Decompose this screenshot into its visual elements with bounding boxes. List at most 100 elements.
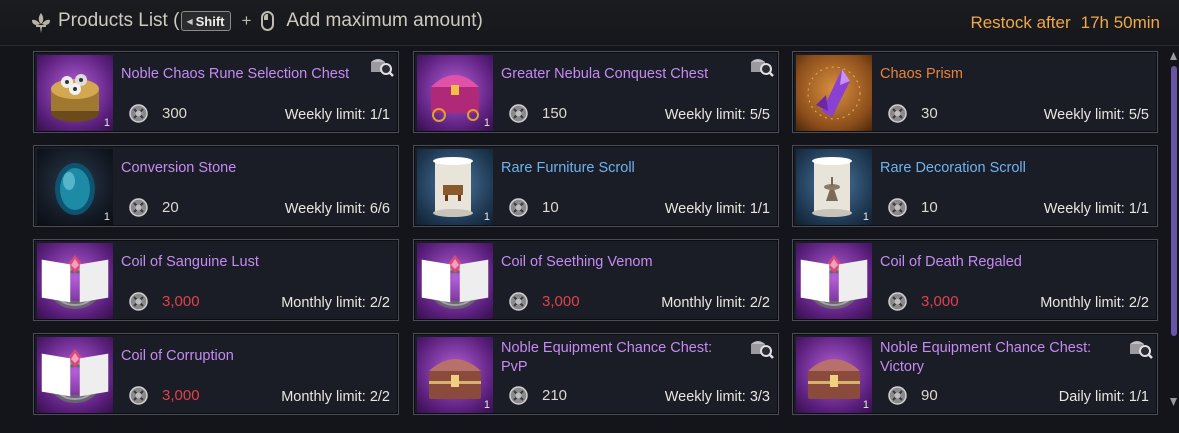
inspect-chest-icon[interactable] xyxy=(750,56,774,78)
stack-quantity: 1 xyxy=(862,211,869,223)
currency-coin-icon xyxy=(888,386,907,405)
product-thumbnail[interactable] xyxy=(796,243,872,319)
product-card[interactable]: 1 Conversion Stone 20 Weekly limit: 6/6 xyxy=(33,145,399,227)
product-name: Coil of Sanguine Lust xyxy=(121,254,259,270)
product-name: Conversion Stone xyxy=(121,160,237,176)
nebula-chest-icon xyxy=(431,75,479,122)
restock-label: Restock after xyxy=(970,13,1071,32)
product-price: 150 xyxy=(509,104,567,123)
product-thumbnail[interactable]: 1 xyxy=(37,55,113,131)
product-card[interactable]: Coil of Seething Venom 3,000 Monthly limit… xyxy=(413,239,779,321)
restock-time: 17h 50min xyxy=(1080,13,1160,32)
product-price: 210 xyxy=(509,386,567,405)
max-amount-hint: Add maximum amount) xyxy=(286,10,483,31)
currency-coin-icon xyxy=(129,198,148,217)
inspect-chest-icon[interactable] xyxy=(370,56,394,78)
price-value: 3,000 xyxy=(162,293,200,310)
price-value: 90 xyxy=(921,387,938,404)
product-thumbnail[interactable]: 1 xyxy=(417,149,493,225)
purchase-limit: Weekly limit: 1/1 xyxy=(1043,201,1149,217)
stack-quantity: 1 xyxy=(862,399,869,411)
furniture-scroll-icon xyxy=(433,157,473,217)
stack-quantity: 1 xyxy=(483,399,490,411)
book-icon xyxy=(800,259,868,303)
price-value: 3,000 xyxy=(162,387,200,404)
product-thumbnail[interactable] xyxy=(796,55,872,131)
stack-quantity: 1 xyxy=(483,211,490,223)
purchase-limit: Weekly limit: 1/1 xyxy=(664,201,770,217)
product-name: Chaos Prism xyxy=(880,66,963,82)
product-card[interactable]: 1 Greater Nebula Conquest Chest 150 Weekly … xyxy=(413,51,779,133)
mouse-left-click-icon xyxy=(261,11,275,31)
rune-chest-icon xyxy=(51,74,99,122)
purchase-limit: Weekly limit: 5/5 xyxy=(1043,107,1149,123)
page-title: Products List ( xyxy=(58,10,180,31)
book-icon xyxy=(421,259,489,303)
stack-quantity: 1 xyxy=(103,211,110,223)
product-card[interactable]: Chaos Prism 30 Weekly limit: 5/5 xyxy=(792,51,1158,133)
product-thumbnail[interactable] xyxy=(37,243,113,319)
product-name: Coil of Corruption xyxy=(121,348,234,364)
currency-coin-icon xyxy=(129,292,148,311)
purchase-limit: Weekly limit: 5/5 xyxy=(664,107,770,123)
price-value: 20 xyxy=(162,199,179,216)
product-price: 3,000 xyxy=(129,386,200,405)
conversion-stone-icon xyxy=(55,163,95,215)
product-name: Greater Nebula Conquest Chest xyxy=(501,66,709,82)
scrollbar[interactable] xyxy=(1170,52,1177,428)
shift-key-label: Shift xyxy=(195,13,225,29)
product-thumbnail[interactable]: 1 xyxy=(796,149,872,225)
fleur-de-lis-icon xyxy=(32,13,50,33)
product-card[interactable]: Coil of Death Regaled 3,000 Monthly limit:… xyxy=(792,239,1158,321)
product-thumbnail[interactable]: 1 xyxy=(37,149,113,225)
product-card[interactable]: Coil of Corruption 3,000 Monthly limit: 2/… xyxy=(33,333,399,415)
scroll-up-arrow-icon[interactable] xyxy=(1170,52,1177,60)
product-thumbnail[interactable]: 1 xyxy=(417,337,493,413)
purchase-limit: Monthly limit: 2/2 xyxy=(281,389,390,405)
product-price: 300 xyxy=(129,104,187,123)
currency-coin-icon xyxy=(129,386,148,405)
product-thumbnail[interactable] xyxy=(37,337,113,413)
currency-coin-icon xyxy=(509,386,528,405)
price-value: 10 xyxy=(921,199,938,216)
currency-coin-icon xyxy=(888,104,907,123)
product-price: 3,000 xyxy=(509,292,580,311)
product-name: Noble Equipment Chance Chest: PvP xyxy=(501,340,713,375)
product-price: 20 xyxy=(129,198,179,217)
product-price: 3,000 xyxy=(888,292,959,311)
product-name: Rare Decoration Scroll xyxy=(880,160,1026,176)
scroll-down-arrow-icon[interactable] xyxy=(1170,398,1177,406)
product-card[interactable]: 1 Noble Chaos Rune Selection Chest 300 Week… xyxy=(33,51,399,133)
inspect-chest-icon[interactable] xyxy=(1129,338,1153,360)
key-arrow-icon: ◀ xyxy=(186,16,193,26)
product-card[interactable]: 1 Noble Equipment Chance Chest: PvP 210 Wee… xyxy=(413,333,779,415)
price-value: 3,000 xyxy=(542,293,580,310)
product-price: 30 xyxy=(888,104,938,123)
inspect-chest-icon[interactable] xyxy=(750,338,774,360)
purchase-limit: Weekly limit: 6/6 xyxy=(284,201,390,217)
price-value: 10 xyxy=(542,199,559,216)
product-price: 90 xyxy=(888,386,938,405)
product-card[interactable]: 1 Rare Furniture Scroll 10 Weekly limit: 1/… xyxy=(413,145,779,227)
product-name: Noble Equipment Chance Chest: Victory xyxy=(880,340,1092,375)
product-card[interactable]: Coil of Sanguine Lust 3,000 Monthly limit:… xyxy=(33,239,399,321)
product-name: Noble Chaos Rune Selection Chest xyxy=(121,66,350,82)
scroll-thumb[interactable] xyxy=(1171,66,1177,336)
product-card[interactable]: 1 Noble Equipment Chance Chest: Victory 90… xyxy=(792,333,1158,415)
product-thumbnail[interactable]: 1 xyxy=(796,337,872,413)
currency-coin-icon xyxy=(509,292,528,311)
plus-sign: + xyxy=(241,11,252,30)
price-value: 30 xyxy=(921,105,938,122)
product-price: 10 xyxy=(509,198,559,217)
purchase-limit: Monthly limit: 2/2 xyxy=(281,295,390,311)
chaos-prism-icon xyxy=(807,66,861,120)
product-thumbnail[interactable] xyxy=(417,243,493,319)
currency-coin-icon xyxy=(509,198,528,217)
currency-coin-icon xyxy=(888,198,907,217)
stack-quantity: 1 xyxy=(103,117,110,129)
book-icon xyxy=(41,259,109,303)
product-card[interactable]: 1 Rare Decoration Scroll 10 Weekly limit: 1… xyxy=(792,145,1158,227)
shift-key-badge: ◀ Shift xyxy=(181,11,232,31)
product-thumbnail[interactable]: 1 xyxy=(417,55,493,131)
product-price: 3,000 xyxy=(129,292,200,311)
